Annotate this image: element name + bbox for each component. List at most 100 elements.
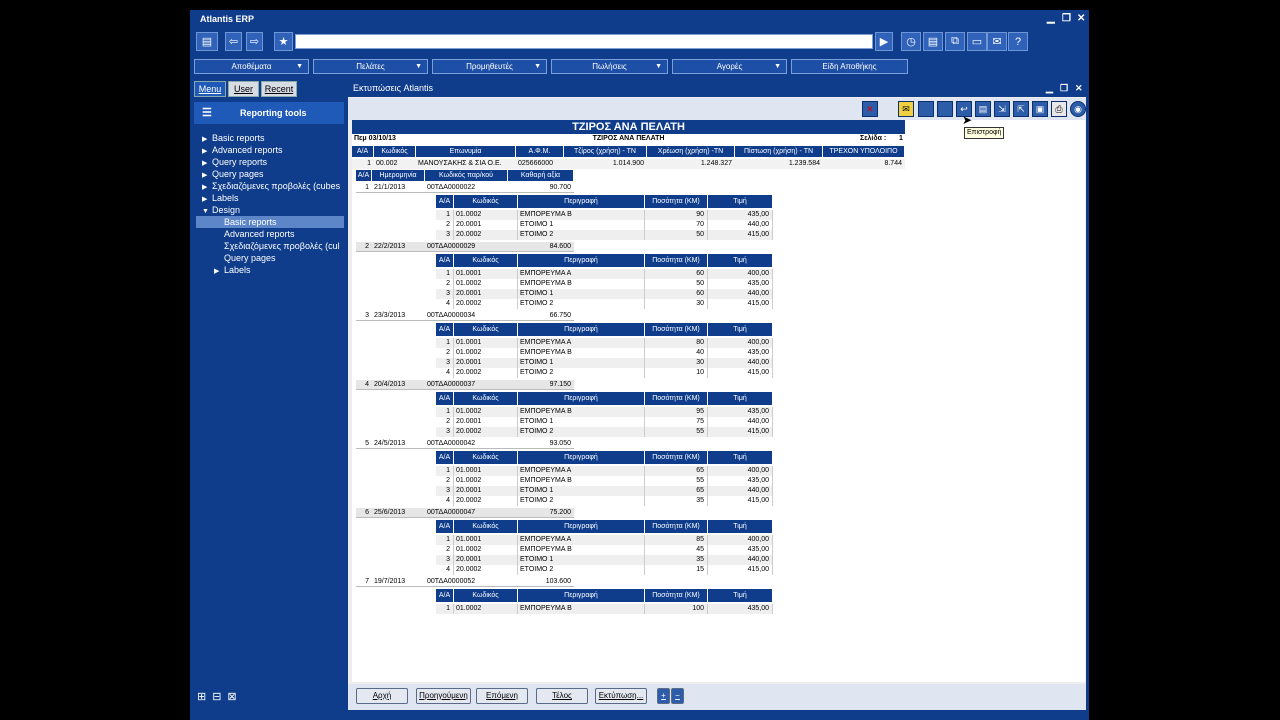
tree-item[interactable]: Query pages [196, 252, 344, 264]
invoice-column-header: Α/Α [356, 170, 371, 181]
cursor-icon: ➤ [962, 113, 973, 127]
menu-apothemata[interactable]: Αποθέματα ▼ [194, 59, 309, 74]
line-cell: 50 [645, 230, 708, 240]
tree-item[interactable]: ▼ Design [196, 204, 344, 216]
page-number: 1 [899, 135, 903, 142]
line-cell: 3 [436, 427, 454, 437]
line-cell: 435,00 [708, 348, 773, 358]
clock-icon[interactable]: ◷ [901, 32, 921, 51]
line-cell: 55 [645, 476, 708, 486]
delete-icon[interactable]: ✕ [862, 101, 878, 117]
reports-window-title: Εκτυπώσεις Atlantis [348, 80, 1086, 97]
invoice-cell: 25/6/2013 [372, 508, 425, 518]
line-column-header: Ποσότητα (ΚΜ) [645, 195, 707, 208]
close-icon[interactable]: ✕ [1077, 13, 1085, 24]
zoom-out-icon[interactable]: − [671, 688, 684, 704]
zoom-in-icon[interactable]: + [657, 688, 670, 704]
back-icon[interactable]: ⇦ [225, 32, 242, 51]
expand-icon: ▶ [202, 196, 208, 203]
pdf-icon[interactable]: ▣ [1032, 101, 1048, 117]
tree-item[interactable]: Basic reports [196, 216, 344, 228]
mail-icon[interactable]: ✉ [987, 32, 1007, 51]
tree-item[interactable]: ▶ Basic reports [196, 132, 344, 144]
page-icon[interactable]: ▤ [975, 101, 991, 117]
line-cell: 4 [436, 299, 454, 309]
app-title: Atlantis ERP [200, 14, 255, 24]
line-cell: 20.0001 [454, 220, 518, 230]
line-cell: 3 [436, 289, 454, 299]
inner-restore-icon[interactable]: ❐ [1060, 83, 1068, 94]
line-column-header: Τιμή [708, 323, 772, 336]
tab-user[interactable]: User [228, 81, 259, 97]
sidebar-footer-icons[interactable]: ⊞⊟⊠ [197, 690, 243, 703]
line-cell: 440,00 [708, 358, 773, 368]
line-column-header: Α/Α [436, 392, 453, 405]
line-cell: 70 [645, 220, 708, 230]
line-cell: 95 [645, 407, 708, 417]
line-cell: 20.0001 [454, 417, 518, 427]
toolbar-blank-1[interactable] [918, 101, 934, 117]
tree-item[interactable]: Advanced reports [196, 228, 344, 240]
tree-item-label: Σχεδιαζόμενες προβολές (cubes [212, 181, 341, 191]
line-cell: 400,00 [708, 466, 773, 476]
line-column-header: Ποσότητα (ΚΜ) [645, 520, 707, 533]
last-page-button[interactable]: Τέλος [536, 688, 588, 704]
forward-icon[interactable]: ⇨ [246, 32, 263, 51]
customer-column-header: Α.Φ.Μ. [516, 146, 563, 157]
tab-recent[interactable]: Recent [261, 81, 297, 97]
first-page-button[interactable]: Αρχή [356, 688, 408, 704]
restore-icon[interactable]: ❐ [1062, 13, 1071, 24]
printer-icon[interactable]: ⎙ [1051, 101, 1067, 117]
line-cell: 65 [645, 466, 708, 476]
menu-pelates[interactable]: Πελάτες ▼ [313, 59, 428, 74]
prev-page-button[interactable]: Προηγούμενη [416, 688, 471, 704]
tree-item[interactable]: ▶ Labels [196, 192, 344, 204]
next-page-button[interactable]: Επόμενη [476, 688, 528, 704]
tree-item[interactable]: ▶ Query reports [196, 156, 344, 168]
export-icon[interactable]: ⇲ [994, 101, 1010, 117]
line-cell: 2 [436, 279, 454, 289]
invoice-cell: 7 [356, 577, 372, 587]
help-icon[interactable]: ? [1008, 32, 1028, 51]
settings-icon[interactable]: ◉ [1070, 101, 1086, 117]
tree-item[interactable]: Σχεδιαζόμενες προβολές (cul [196, 240, 344, 252]
menu-eidi-apothikis[interactable]: Είδη Αποθήκης [791, 59, 908, 74]
minimize-icon[interactable]: ▁ [1047, 13, 1055, 24]
inner-close-icon[interactable]: ✕ [1075, 83, 1083, 94]
line-cell: 2 [436, 348, 454, 358]
line-column-header: Α/Α [436, 254, 453, 267]
line-cell: 1 [436, 407, 454, 417]
line-column-header: Κωδικός [454, 451, 517, 464]
line-cell: 440,00 [708, 289, 773, 299]
email-icon[interactable]: ✉ [898, 101, 914, 117]
tab-menu[interactable]: Menu [194, 81, 226, 97]
windows-icon[interactable]: ⧉ [945, 32, 965, 51]
panel-toggle-icon[interactable]: ▤ [196, 32, 218, 51]
line-cell: ΕΜΠΟΡΕΥΜΑ Β [518, 545, 645, 555]
export2-icon[interactable]: ⇱ [1013, 101, 1029, 117]
address-input[interactable] [295, 34, 873, 49]
tree-item[interactable]: ▶ Query pages [196, 168, 344, 180]
document-icon[interactable]: ▤ [923, 32, 943, 51]
menu-poliseis[interactable]: Πωλήσεις ▼ [551, 59, 668, 74]
line-cell: 2 [436, 417, 454, 427]
line-cell: 15 [645, 565, 708, 575]
monitor-icon[interactable]: ▭ [967, 32, 987, 51]
invoice-cell: 00ΤΔΑ0000042 [425, 439, 508, 449]
line-column-header: Τιμή [708, 254, 772, 267]
invoice-column-header: Καθαρή αξία [508, 170, 573, 181]
tree-item[interactable]: ▶ Advanced reports [196, 144, 344, 156]
inner-minimize-icon[interactable]: ▁ [1046, 83, 1053, 94]
toolbar-blank-2[interactable] [937, 101, 953, 117]
menu-promitheutes[interactable]: Προμηθευτές ▼ [432, 59, 547, 74]
favorite-star-icon[interactable]: ★ [274, 32, 293, 51]
go-icon[interactable]: ▶ [875, 32, 893, 51]
customer-column-header: Χρέωση (χρήση) -ΤΝ [647, 146, 734, 157]
tree-item[interactable]: ▶ Labels [196, 264, 344, 276]
tree-item[interactable]: ▶ Σχεδιαζόμενες προβολές (cubes [196, 180, 344, 192]
line-column-header: Α/Α [436, 451, 453, 464]
menu-agores[interactable]: Αγορές ▼ [672, 59, 787, 74]
line-cell: 435,00 [708, 279, 773, 289]
print-button[interactable]: Εκτύπωση... [595, 688, 647, 704]
invoice-cell: 84.600 [508, 242, 574, 252]
